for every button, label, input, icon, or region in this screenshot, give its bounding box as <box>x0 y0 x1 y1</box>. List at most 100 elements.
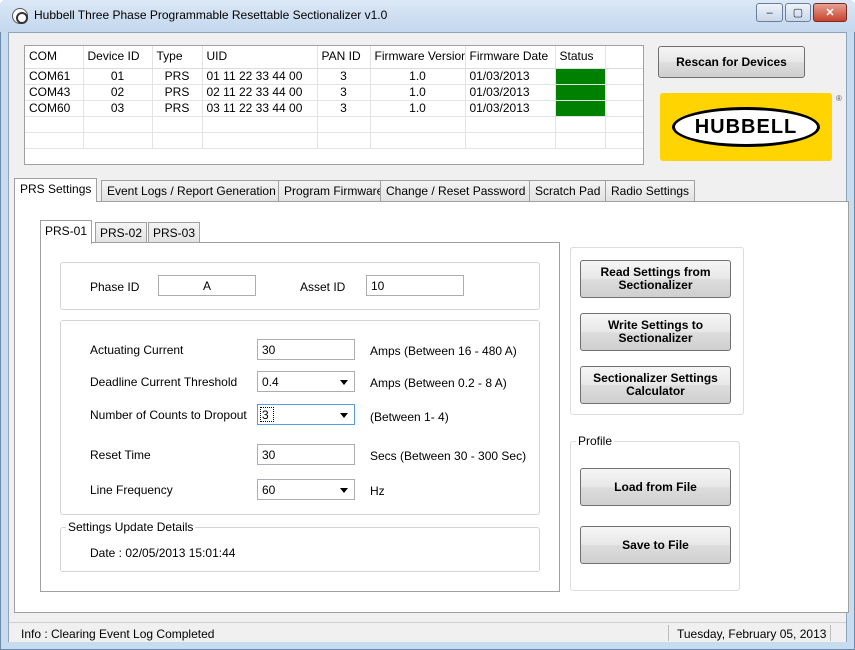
registered-mark: ® <box>836 94 842 103</box>
header-device-id[interactable]: Device ID <box>83 46 153 69</box>
cell-pan-id: 3 <box>317 84 371 101</box>
cell-firmware-version: 1.0 <box>370 68 466 85</box>
line-frequency-value: 60 <box>262 483 276 497</box>
cell-device-id: 01 <box>83 68 153 85</box>
profile-title: Profile <box>576 434 615 448</box>
line-frequency-hint: Hz <box>370 484 385 498</box>
read-settings-button[interactable]: Read Settings from Sectionalizer <box>580 260 731 298</box>
actuating-current-hint: Amps (Between 16 - 480 A) <box>370 344 517 358</box>
asset-id-label: Asset ID <box>300 280 346 294</box>
status-indicator <box>555 84 606 101</box>
update-date-text: Date : 02/05/2013 15:01:44 <box>90 546 236 560</box>
header-status[interactable]: Status <box>555 46 606 69</box>
device-table[interactable]: COM Device ID Type UID PAN ID Firmware V… <box>24 45 644 165</box>
tab-change-password[interactable]: Change / Reset Password <box>380 180 532 201</box>
actuating-current-label: Actuating Current <box>90 343 184 357</box>
hubbell-logo: HUBBELL <box>660 93 832 161</box>
tab-prs-settings[interactable]: PRS Settings <box>14 178 98 202</box>
header-com[interactable]: COM <box>25 46 84 69</box>
cell-com: COM43 <box>25 84 84 101</box>
minimize-icon: ‒ <box>766 6 773 19</box>
asset-id-input[interactable]: 10 <box>366 275 464 296</box>
status-date-text: Tuesday, February 05, 2013 <box>677 627 827 641</box>
cell-com: COM60 <box>25 100 84 117</box>
tab-scratch-pad[interactable]: Scratch Pad <box>529 180 607 201</box>
cell-uid: 02 11 22 33 44 00 <box>202 84 318 101</box>
save-to-file-button[interactable]: Save to File <box>580 526 731 564</box>
logo-wordmark: HUBBELL <box>672 107 820 147</box>
status-bar: Info : Clearing Event Log Completed Tues… <box>9 622 846 642</box>
deadline-threshold-hint: Amps (Between 0.2 - 8 A) <box>370 376 507 390</box>
minimize-button[interactable]: ‒ <box>756 3 783 22</box>
cell-firmware-version: 1.0 <box>370 100 466 117</box>
cell-firmware-date: 01/03/2013 <box>465 84 556 101</box>
app-icon <box>12 8 28 24</box>
counts-to-dropout-label: Number of Counts to Dropout <box>90 408 247 422</box>
tab-event-logs[interactable]: Event Logs / Report Generation <box>101 180 282 201</box>
counts-to-dropout-hint: (Between 1- 4) <box>370 410 449 424</box>
header-type[interactable]: Type <box>152 46 203 69</box>
dropdown-arrow-icon <box>340 413 348 418</box>
status-separator <box>830 625 831 641</box>
table-row[interactable]: COM60 03 PRS 03 11 22 33 44 00 3 1.0 01/… <box>25 100 643 117</box>
deadline-threshold-label: Deadline Current Threshold <box>90 375 238 389</box>
table-row[interactable]: COM43 02 PRS 02 11 22 33 44 00 3 1.0 01/… <box>25 84 643 101</box>
settings-calculator-button[interactable]: Sectionalizer Settings Calculator <box>580 366 731 404</box>
table-header-row: COM Device ID Type UID PAN ID Firmware V… <box>25 46 643 69</box>
tab-program-firmware[interactable]: Program Firmware <box>278 180 390 201</box>
maximize-icon: ▢ <box>792 7 804 19</box>
cell-pan-id: 3 <box>317 100 371 117</box>
status-separator <box>668 625 669 641</box>
status-info-text: Info : Clearing Event Log Completed <box>21 627 215 641</box>
cell-firmware-date: 01/03/2013 <box>465 68 556 85</box>
cell-type: PRS <box>152 100 203 117</box>
deadline-threshold-select[interactable]: 0.4 <box>257 371 355 392</box>
cell-pan-id: 3 <box>317 68 371 85</box>
cell-uid: 03 11 22 33 44 00 <box>202 100 318 117</box>
subtab-prs-01[interactable]: PRS-01 <box>40 220 93 244</box>
maximize-button[interactable]: ▢ <box>785 3 811 22</box>
cell-uid: 01 11 22 33 44 00 <box>202 68 318 85</box>
cell-device-id: 03 <box>83 100 153 117</box>
rescan-button[interactable]: Rescan for Devices <box>658 46 805 78</box>
phase-id-label: Phase ID <box>90 280 140 294</box>
close-icon: ✕ <box>825 7 835 19</box>
cell-firmware-version: 1.0 <box>370 84 466 101</box>
reset-time-label: Reset Time <box>90 448 151 462</box>
dropdown-arrow-icon <box>340 380 348 385</box>
window-title: Hubbell Three Phase Programmable Resetta… <box>34 8 388 22</box>
line-frequency-label: Line Frequency <box>90 483 173 497</box>
cell-device-id: 02 <box>83 84 153 101</box>
load-from-file-button[interactable]: Load from File <box>580 468 731 506</box>
update-details-title: Settings Update Details <box>66 520 196 534</box>
line-frequency-select[interactable]: 60 <box>257 479 355 500</box>
status-indicator <box>555 100 606 117</box>
header-firmware-date[interactable]: Firmware Date <box>465 46 556 69</box>
cell-type: PRS <box>152 84 203 101</box>
header-filler <box>605 46 643 69</box>
header-firmware-version[interactable]: Firmware Version <box>370 46 466 69</box>
profile-group <box>570 441 740 591</box>
counts-to-dropout-select[interactable]: 3 <box>257 404 355 425</box>
table-row-empty <box>25 132 643 149</box>
cell-firmware-date: 01/03/2013 <box>465 100 556 117</box>
subtab-prs-02[interactable]: PRS-02 <box>95 222 148 243</box>
cell-com: COM61 <box>25 68 84 85</box>
write-settings-button[interactable]: Write Settings to Sectionalizer <box>580 313 731 351</box>
reset-time-hint: Secs (Between 30 - 300 Sec) <box>370 449 527 463</box>
dropdown-arrow-icon <box>340 488 348 493</box>
status-indicator <box>555 68 606 85</box>
subtab-prs-03[interactable]: PRS-03 <box>148 222 201 243</box>
phase-id-input[interactable]: A <box>158 275 256 296</box>
close-button[interactable]: ✕ <box>813 3 847 22</box>
table-row-empty <box>25 116 643 133</box>
tab-radio-settings[interactable]: Radio Settings <box>605 180 696 201</box>
table-row[interactable]: COM61 01 PRS 01 11 22 33 44 00 3 1.0 01/… <box>25 68 643 85</box>
header-uid[interactable]: UID <box>202 46 318 69</box>
deadline-threshold-value: 0.4 <box>262 375 279 389</box>
title-bar[interactable]: Hubbell Three Phase Programmable Resetta… <box>0 0 855 32</box>
actuating-current-input[interactable]: 30 <box>257 339 355 360</box>
reset-time-input[interactable]: 30 <box>257 444 355 465</box>
header-pan-id[interactable]: PAN ID <box>317 46 371 69</box>
cell-type: PRS <box>152 68 203 85</box>
